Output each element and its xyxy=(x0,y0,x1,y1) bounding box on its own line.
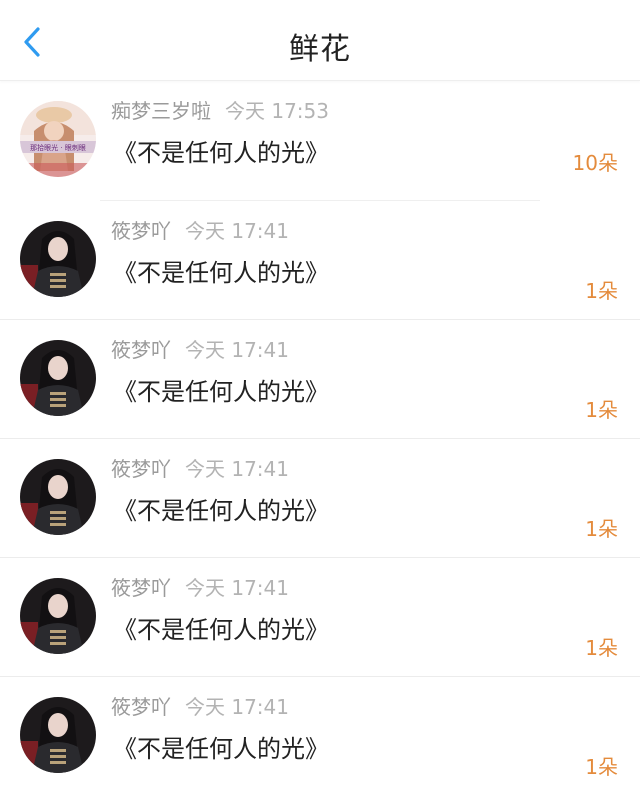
timestamp: 今天 17:53 xyxy=(225,99,329,123)
user-name[interactable]: 筱梦吖 xyxy=(111,695,171,719)
timestamp: 今天 17:41 xyxy=(185,576,289,600)
flower-count: 1朵 xyxy=(585,279,618,303)
book-title[interactable]: 《不是任何人的光》 xyxy=(113,253,329,288)
timestamp: 今天 17:41 xyxy=(185,695,289,719)
flowers-page: 鲜花 那拾眼光 · 眼刺眼 痴梦三岁啦 今天 17:53 《不是任何人的光》 1… xyxy=(0,0,640,790)
book-title[interactable]: 《不是任何人的光》 xyxy=(113,729,329,764)
row-meta: 筱梦吖 今天 17:41 xyxy=(111,691,289,720)
page-title: 鲜花 xyxy=(289,32,351,67)
list-item[interactable]: 那拾眼光 · 眼刺眼 痴梦三岁啦 今天 17:53 《不是任何人的光》 10朵 xyxy=(0,81,640,201)
flower-count: 1朵 xyxy=(585,755,618,779)
user-name[interactable]: 筱梦吖 xyxy=(111,576,171,600)
list-item[interactable]: 筱梦吖 今天 17:41 《不是任何人的光》 1朵 xyxy=(0,558,640,677)
avatar[interactable] xyxy=(20,221,96,297)
flower-count: 1朵 xyxy=(585,636,618,660)
book-title[interactable]: 《不是任何人的光》 xyxy=(113,610,329,645)
timestamp: 今天 17:41 xyxy=(185,457,289,481)
row-meta: 筱梦吖 今天 17:41 xyxy=(111,215,289,244)
row-meta: 筱梦吖 今天 17:41 xyxy=(111,453,289,482)
flower-count: 1朵 xyxy=(585,398,618,422)
flower-list: 那拾眼光 · 眼刺眼 痴梦三岁啦今天 17:53 《不是任何人的光》 10朵 xyxy=(0,81,640,790)
book-title[interactable]: 《不是任何人的光》 xyxy=(113,372,329,407)
list-item[interactable]: 筱梦吖 今天 17:41 《不是任何人的光》 1朵 xyxy=(0,439,640,558)
avatar[interactable] xyxy=(20,459,96,535)
user-name[interactable]: 筱梦吖 xyxy=(111,457,171,481)
avatar[interactable] xyxy=(20,578,96,654)
flower-count: 1朵 xyxy=(585,517,618,541)
row-meta: 筱梦吖 今天 17:41 xyxy=(111,572,289,601)
timestamp: 今天 17:41 xyxy=(185,219,289,243)
avatar[interactable]: 那拾眼光 · 眼刺眼 xyxy=(20,101,96,177)
avatar[interactable] xyxy=(20,340,96,416)
list-item[interactable]: 筱梦吖 今天 17:41 《不是任何人的光》 1朵 xyxy=(0,677,640,790)
user-name[interactable]: 筱梦吖 xyxy=(111,219,171,243)
avatar[interactable] xyxy=(20,697,96,773)
book-title[interactable]: 《不是任何人的光》 xyxy=(113,491,329,526)
avatar-overlay-text: 那拾眼光 · 眼刺眼 xyxy=(30,143,86,152)
list-item[interactable]: 筱梦吖 今天 17:41 《不是任何人的光》 1朵 xyxy=(0,201,640,320)
user-name[interactable]: 筱梦吖 xyxy=(111,338,171,362)
row-meta: 筱梦吖 今天 17:41 xyxy=(111,334,289,363)
flower-count: 10朵 xyxy=(572,151,618,175)
row-meta: 痴梦三岁啦 今天 17:53 xyxy=(111,95,329,124)
list-item[interactable]: 筱梦吖 今天 17:41 《不是任何人的光》 1朵 xyxy=(0,320,640,439)
book-title[interactable]: 《不是任何人的光》 xyxy=(113,133,329,168)
user-name[interactable]: 痴梦三岁啦 xyxy=(111,99,211,123)
timestamp: 今天 17:41 xyxy=(185,338,289,362)
header-bar: 鲜花 xyxy=(0,0,640,81)
